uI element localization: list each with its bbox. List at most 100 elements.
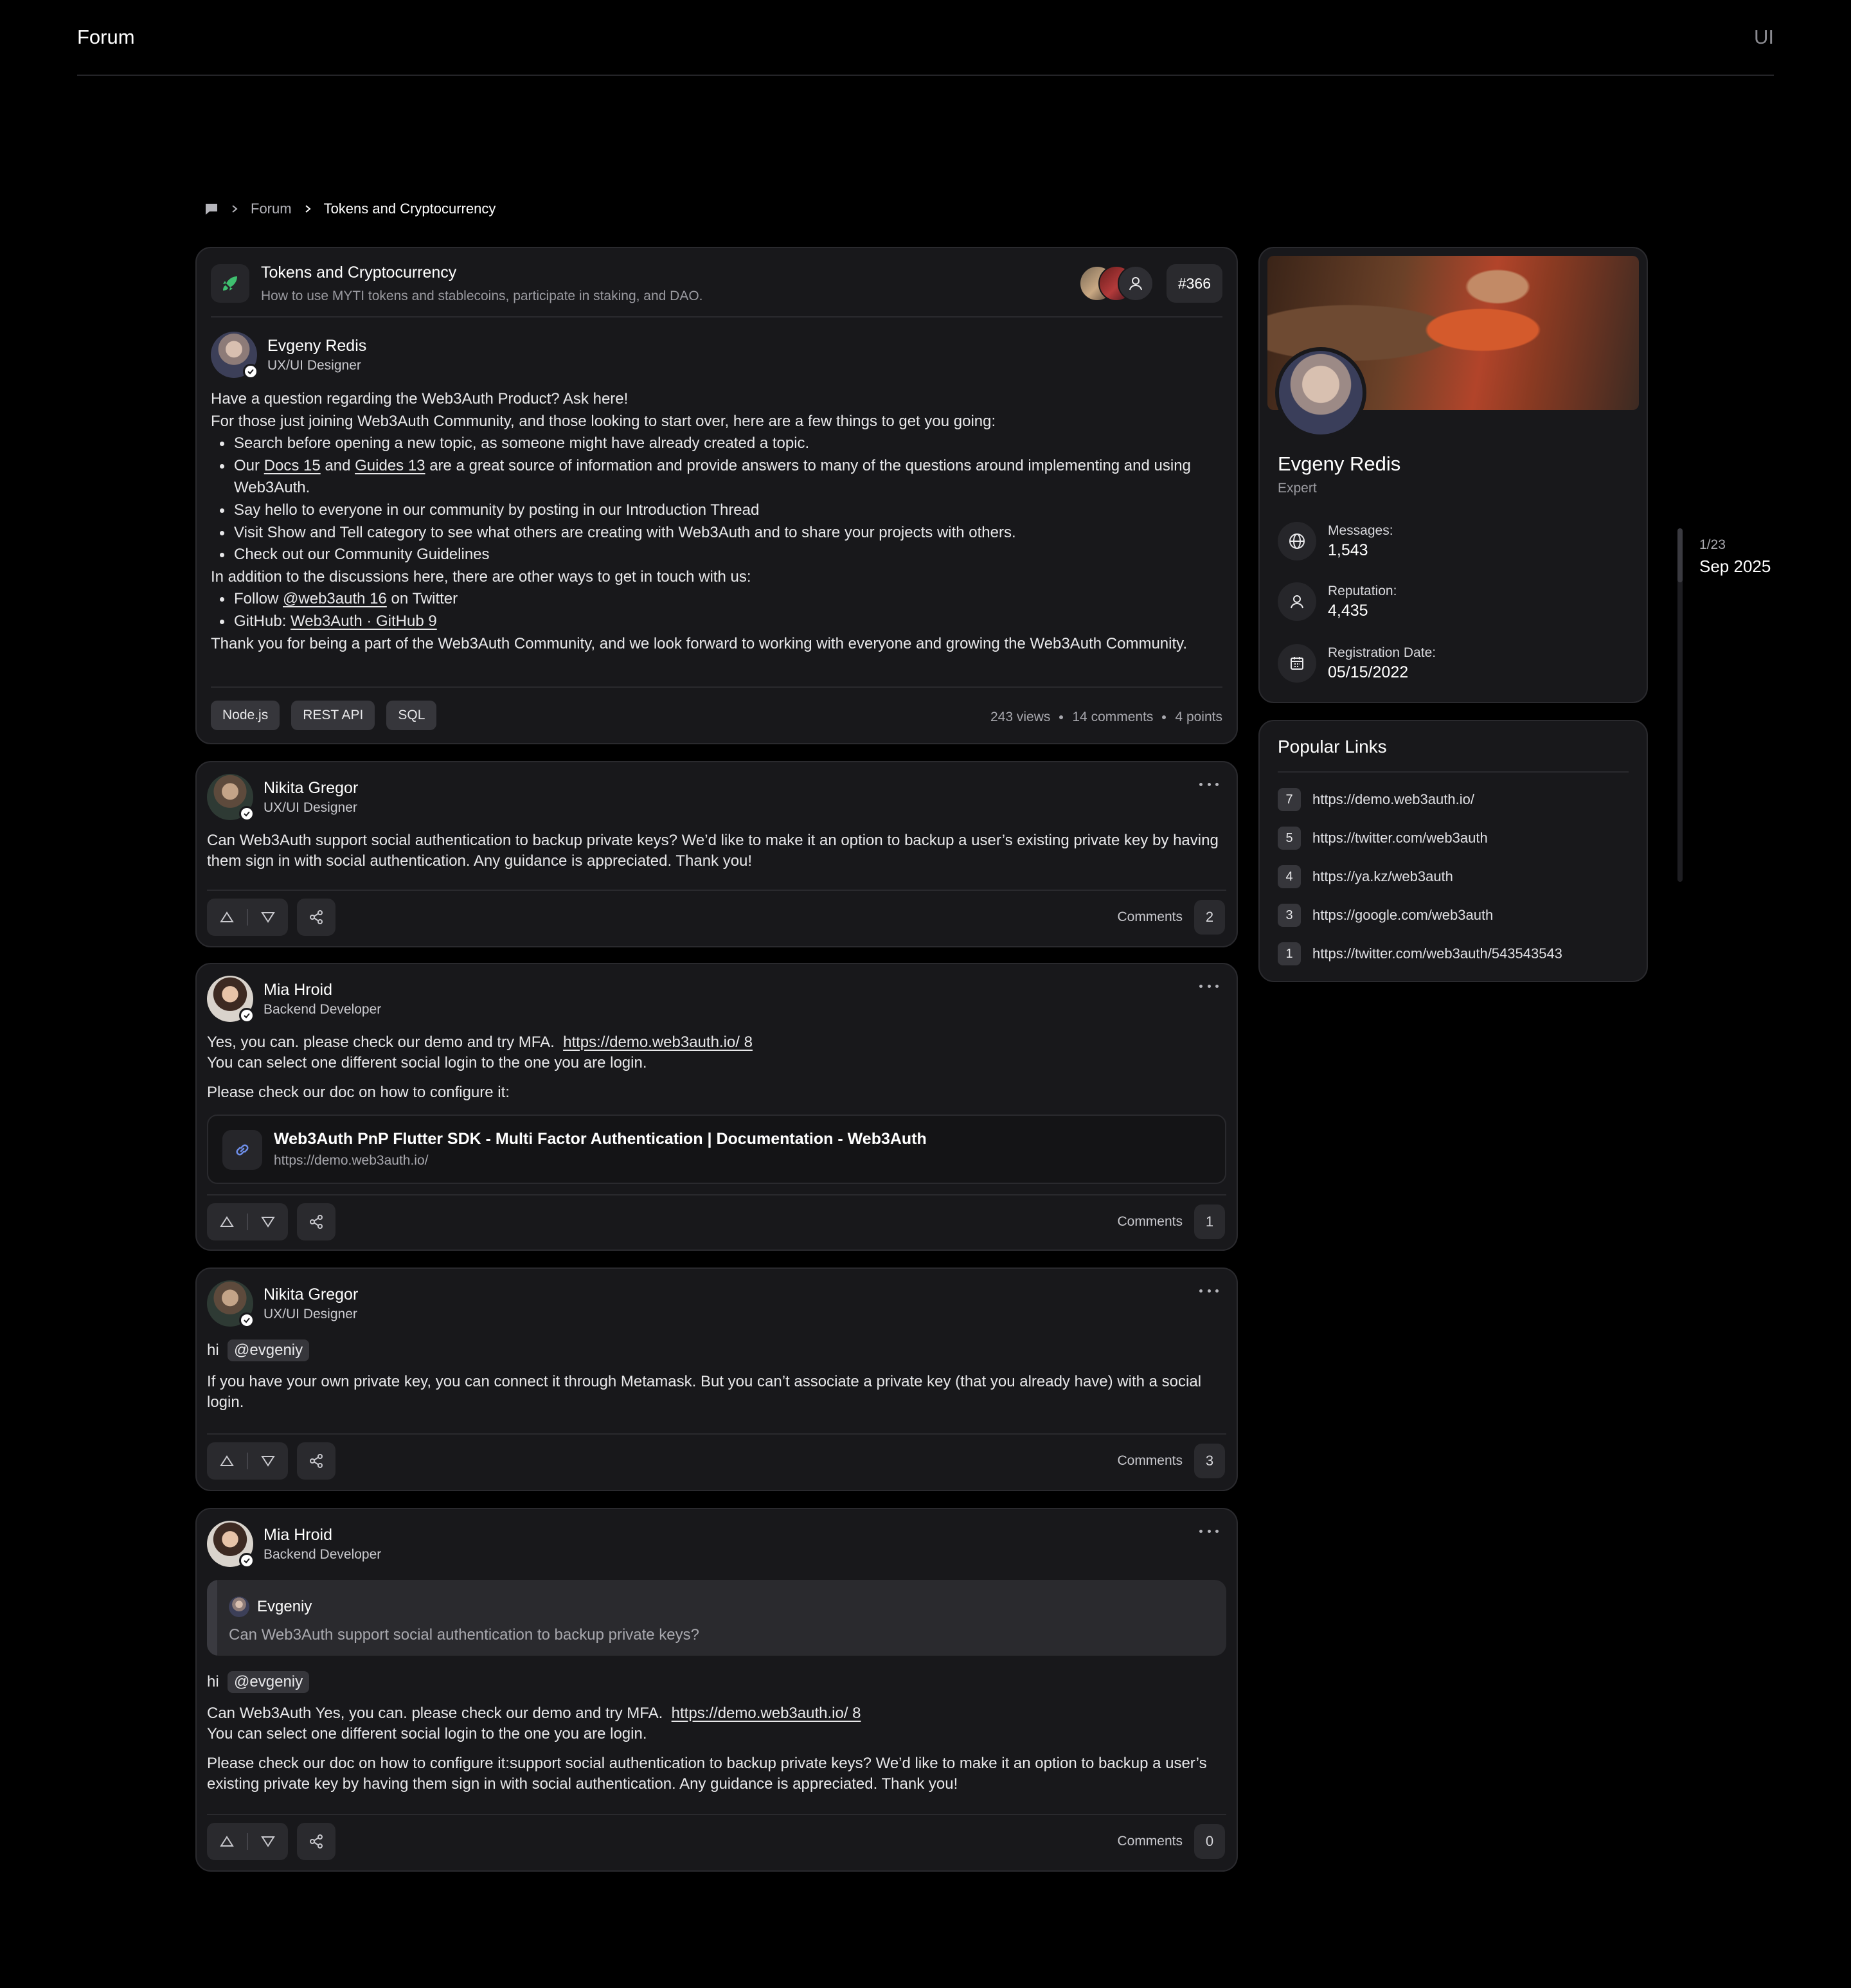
tag-list: Node.js REST API SQL [211,701,437,730]
more-options-icon[interactable] [1199,780,1219,788]
user-mention[interactable]: @evgeniy [228,1339,310,1361]
popular-link-item[interactable]: 1 https://twitter.com/web3auth/543543543 [1278,942,1562,965]
divider [207,1194,1226,1195]
popular-link-item[interactable]: 4 https://ya.kz/web3auth [1278,865,1453,888]
participants-avatars[interactable] [1078,265,1154,301]
reply-actions [207,1203,335,1240]
link-url[interactable]: https://twitter.com/web3auth [1312,830,1488,846]
avatar[interactable] [211,332,258,379]
post-author[interactable]: Mia Hroid Backend Developer [207,1521,381,1568]
author-name[interactable]: Mia Hroid [264,1526,381,1545]
comments-button[interactable]: Comments 3 [1117,1444,1225,1478]
author-name[interactable]: Nikita Gregor [264,779,358,798]
author-name[interactable]: Nikita Gregor [264,1285,358,1304]
share-icon[interactable] [297,1442,335,1480]
globe-icon [1278,522,1316,560]
divider [211,686,1222,688]
link-url[interactable]: https://twitter.com/web3auth/543543543 [1312,945,1562,962]
avatar[interactable] [1275,347,1366,438]
reply-card: Nikita Gregor UX/UI Designer Can Web3Aut… [195,761,1238,947]
more-options-icon[interactable] [1199,1527,1219,1535]
reply-card: Mia Hroid Backend Developer Evgeniy Can … [195,1508,1238,1872]
reply-actions [207,1442,335,1480]
github-link[interactable]: Web3Auth · GitHub 9 [291,613,437,630]
timeline-handle[interactable] [1677,528,1683,582]
reply-actions [207,899,335,936]
avatar[interactable] [207,1280,255,1328]
profile-name[interactable]: Evgeny Redis [1278,452,1400,476]
post-author[interactable]: Mia Hroid Backend Developer [207,976,381,1023]
author-name[interactable]: Evgeny Redis [267,337,366,355]
link-preview-card[interactable]: Web3Auth PnP Flutter SDK - Multi Factor … [207,1115,1226,1184]
link-preview-title[interactable]: Web3Auth PnP Flutter SDK - Multi Factor … [274,1130,927,1149]
demo-link[interactable]: https://demo.web3auth.io/ 8 [563,1034,753,1051]
tag-sql[interactable]: SQL [386,701,437,730]
docs-link[interactable]: Docs 15 [264,457,321,474]
upvote-icon[interactable] [207,1823,247,1860]
link-url[interactable]: https://ya.kz/web3auth [1312,868,1453,885]
avatar[interactable] [207,774,255,821]
avatar[interactable] [207,976,255,1023]
comments-button[interactable]: Comments 1 [1117,1204,1225,1239]
post-author[interactable]: Nikita Gregor UX/UI Designer [207,774,358,821]
upvote-icon[interactable] [207,1203,247,1240]
more-options-icon[interactable] [1199,1287,1219,1294]
avatar [229,1597,249,1617]
tag-nodejs[interactable]: Node.js [211,701,280,730]
share-icon[interactable] [297,1203,335,1240]
body-paragraph: For those just joining Web3Auth Communit… [211,412,996,430]
downvote-icon[interactable] [248,1203,288,1240]
chevron-right-icon [305,205,311,213]
popular-link-item[interactable]: 5 https://twitter.com/web3auth [1278,827,1488,850]
quoted-reply[interactable]: Evgeniy Can Web3Auth support social auth… [207,1580,1226,1656]
share-icon[interactable] [297,899,335,936]
quote-text: Can Web3Auth support social authenticati… [229,1626,699,1643]
author-profile-card: Evgeny Redis Expert Messages: 1,543 Reput… [1258,247,1648,703]
vote-group [207,1823,288,1860]
guides-link[interactable]: Guides 13 [355,457,425,474]
popular-link-item[interactable]: 3 https://google.com/web3auth [1278,904,1493,927]
divider [207,1433,1226,1435]
comments-label[interactable]: Comments [1117,1214,1183,1230]
verified-icon [239,1312,255,1328]
stat-value: 1,543 [1328,541,1368,559]
user-icon[interactable] [1117,265,1154,301]
downvote-icon[interactable] [248,1442,288,1480]
comments-label[interactable]: Comments [1117,909,1183,925]
body-paragraph: Have a question regarding the Web3Auth P… [211,390,629,407]
comments-count-badge: 1 [1194,1204,1225,1239]
comments-count-badge: 2 [1194,900,1225,935]
comments-label[interactable]: Comments [1117,1453,1183,1469]
comments-button[interactable]: Comments 2 [1117,900,1225,935]
app-title[interactable]: Forum [77,26,135,49]
top-right-label[interactable]: UI [1754,26,1774,49]
demo-link[interactable]: https://demo.web3auth.io/ 8 [672,1705,861,1722]
chevron-right-icon [232,205,238,213]
profile-role: Expert [1278,481,1317,496]
breadcrumb-item-forum[interactable]: Forum [251,201,292,217]
link-url[interactable]: https://demo.web3auth.io/ [1312,791,1474,808]
upvote-icon[interactable] [207,899,247,936]
downvote-icon[interactable] [248,899,288,936]
forum-icon[interactable] [204,202,219,215]
comments-label[interactable]: Comments [1117,1834,1183,1849]
profile-stat-messages: Messages: 1,543 [1278,522,1393,560]
link-icon [222,1130,262,1170]
link-url[interactable]: https://google.com/web3auth [1312,907,1493,924]
tag-rest-api[interactable]: REST API [291,701,375,730]
user-mention[interactable]: @evgeniy [228,1671,310,1693]
avatar[interactable] [207,1521,255,1568]
post-author[interactable]: Evgeny Redis UX/UI Designer [211,332,366,379]
twitter-link[interactable]: @web3auth 16 [283,590,387,607]
timeline-scrubber[interactable] [1677,528,1683,882]
upvote-icon[interactable] [207,1442,247,1480]
more-options-icon[interactable] [1199,982,1219,990]
author-role: UX/UI Designer [264,800,357,815]
post-author[interactable]: Nikita Gregor UX/UI Designer [207,1280,358,1328]
popular-link-item[interactable]: 7 https://demo.web3auth.io/ [1278,788,1474,811]
comments-button[interactable]: Comments 0 [1117,1824,1225,1859]
downvote-icon[interactable] [248,1823,288,1860]
author-name[interactable]: Mia Hroid [264,981,381,999]
author-role: UX/UI Designer [267,357,361,373]
share-icon[interactable] [297,1823,335,1860]
